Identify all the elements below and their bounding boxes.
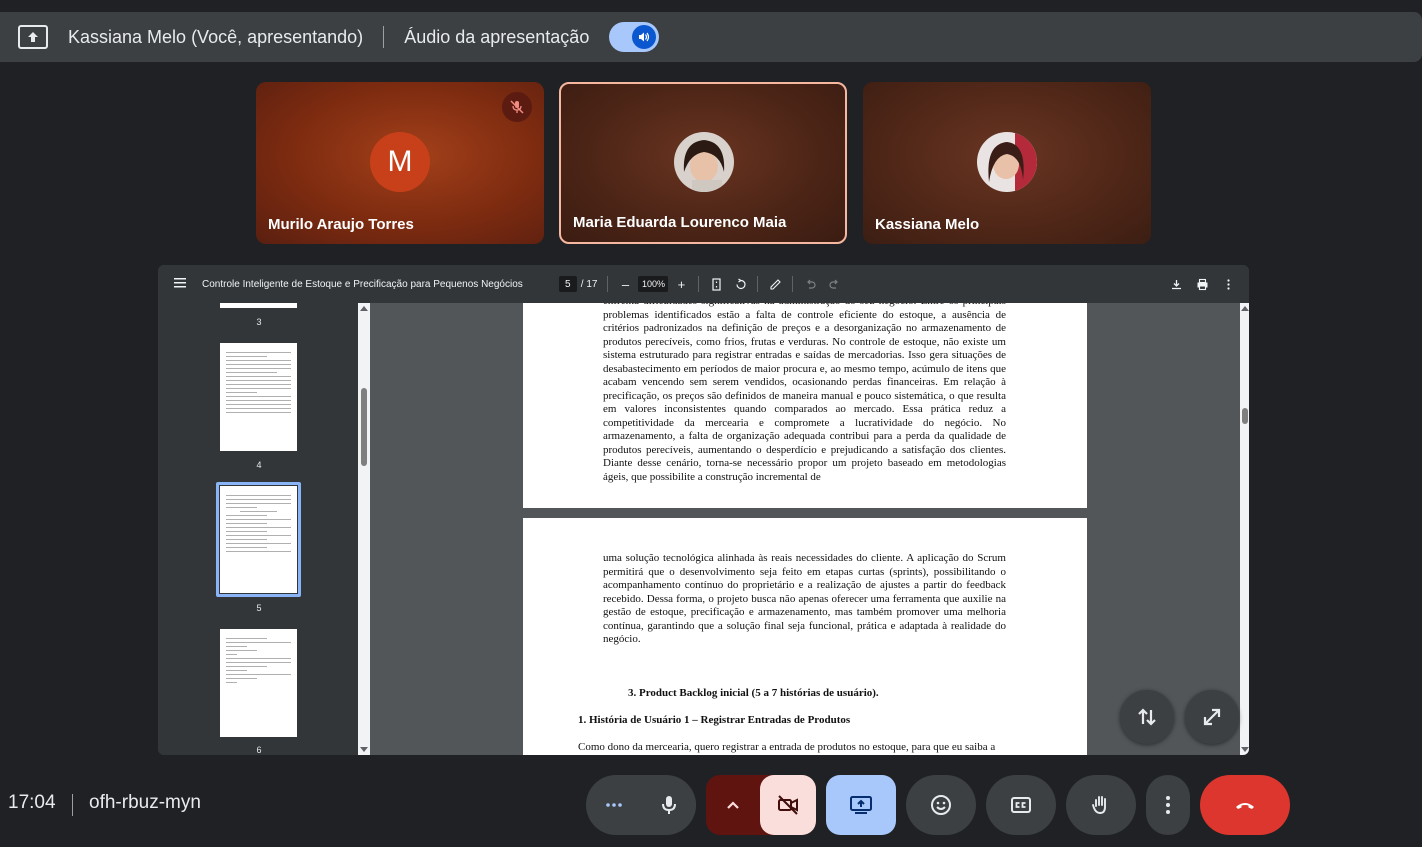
thumbnail-page-number: 3 [256, 317, 262, 327]
more-vert-icon[interactable] [1221, 277, 1235, 291]
sidebar-scrollbar[interactable] [358, 303, 370, 755]
rotate-icon[interactable] [733, 277, 747, 291]
page-total: / 17 [580, 278, 598, 290]
presentation-audio-toggle[interactable] [609, 22, 660, 52]
scroll-up-arrow-icon[interactable] [360, 306, 368, 311]
mic-off-icon [502, 92, 532, 122]
camera-control-group [706, 775, 816, 835]
fullscreen-button[interactable] [1185, 690, 1239, 744]
more-vert-icon [1166, 796, 1170, 814]
camera-options-button[interactable] [706, 793, 760, 817]
zoom-input[interactable]: 100% [638, 276, 669, 292]
more-options-button[interactable] [1146, 775, 1190, 835]
present-now-button[interactable] [826, 775, 896, 835]
scroll-down-arrow-icon[interactable] [1241, 747, 1249, 752]
divider [72, 794, 73, 816]
call-end-icon [1236, 803, 1254, 809]
divider [792, 276, 794, 292]
divider [698, 276, 700, 292]
zoom-in-button[interactable]: + [674, 277, 688, 292]
divider [607, 276, 609, 292]
menu-icon[interactable] [174, 277, 186, 291]
camera-off-button[interactable] [760, 775, 816, 835]
document-title: Controle Inteligente de Estoque e Precif… [202, 278, 523, 290]
participant-name: Murilo Araujo Torres [268, 216, 414, 233]
pdf-page: enfrenta dificuldades significativas na … [523, 303, 1087, 508]
scroll-down-arrow-icon[interactable] [360, 747, 368, 752]
participant-tile-active-speaker[interactable]: Maria Eduarda Lourenco Maia [559, 82, 847, 244]
mic-control-group [586, 775, 696, 835]
chevron-up-icon [727, 801, 739, 809]
expand-icon [1203, 708, 1221, 726]
paragraph: uma solução tecnológica alinhada às reai… [603, 552, 1006, 645]
participant-tile[interactable]: Kassiana Melo [863, 82, 1151, 244]
paragraph: enfrenta dificuldades significativas na … [603, 303, 1006, 483]
scrollbar-thumb[interactable] [1242, 408, 1248, 424]
emoji-icon [931, 795, 951, 815]
section-heading: 3. Product Backlog inicial (5 a 7 histór… [628, 687, 879, 699]
subsection-heading: 1. História de Usuário 1 – Registrar Ent… [578, 714, 851, 726]
microphone-button[interactable] [641, 777, 696, 833]
zoom-out-button[interactable]: – [618, 277, 632, 292]
scroll-up-arrow-icon[interactable] [1241, 306, 1249, 311]
audio-options-button[interactable] [586, 793, 641, 817]
leave-call-button[interactable] [1200, 775, 1290, 835]
pdf-page: uma solução tecnológica alinhada às reai… [523, 518, 1087, 755]
presentation-audio-label: Áudio da apresentação [404, 26, 590, 47]
pdf-toolbar: Controle Inteligente de Estoque e Precif… [158, 265, 1249, 303]
pdf-viewer: Controle Inteligente de Estoque e Precif… [158, 265, 1249, 755]
page-number-input[interactable]: 5 [558, 276, 577, 292]
annotate-icon[interactable] [768, 277, 782, 291]
hand-icon [1092, 796, 1106, 814]
download-icon[interactable] [1169, 277, 1183, 291]
microphone-icon [661, 796, 676, 814]
meeting-code: ofh-rbuz-myn [89, 792, 201, 813]
reactions-button[interactable] [906, 775, 976, 835]
present-screen-icon [18, 25, 48, 49]
document-scrollbar[interactable] [1240, 303, 1249, 755]
divider [757, 276, 759, 292]
captions-button[interactable] [986, 775, 1056, 835]
thumbnail-sidebar: 3 4 5 6 [158, 303, 360, 755]
thumbnail-page-number: 5 [256, 603, 262, 613]
thumbnail-page-number: 6 [256, 745, 262, 755]
swap-vert-icon [1138, 708, 1156, 726]
presentation-bar: Kassiana Melo (Você, apresentando) Áudio… [0, 12, 1422, 62]
present-to-all-icon [850, 796, 872, 814]
participant-name: Kassiana Melo [875, 216, 980, 233]
redo-icon[interactable] [827, 277, 841, 291]
raise-hand-button[interactable] [1066, 775, 1136, 835]
avatar [674, 132, 734, 192]
page-thumbnail[interactable] [220, 303, 297, 308]
paragraph: Como dono da mercearia, quero registrar … [578, 741, 996, 753]
divider [383, 26, 385, 48]
undo-icon[interactable] [803, 277, 817, 291]
document-area[interactable]: enfrenta dificuldades significativas na … [370, 303, 1240, 755]
closed-captions-icon [1011, 797, 1031, 813]
volume-icon [632, 25, 657, 49]
participant-tile[interactable]: M Murilo Araujo Torres [256, 82, 544, 244]
scrollbar-thumb[interactable] [361, 388, 367, 466]
videocam-off-icon [778, 795, 799, 815]
avatar: M [370, 132, 430, 192]
presenter-label: Kassiana Melo (Você, apresentando) [68, 26, 364, 47]
more-horiz-icon [605, 803, 622, 807]
fit-page-icon[interactable] [709, 277, 723, 291]
page-thumbnail-selected[interactable] [220, 486, 297, 593]
print-icon[interactable] [1195, 277, 1209, 291]
thumbnail-page-number: 4 [256, 460, 262, 470]
clock: 17:04 [8, 792, 56, 813]
swap-layout-button[interactable] [1120, 690, 1174, 744]
participant-name: Maria Eduarda Lourenco Maia [573, 214, 787, 231]
page-thumbnail[interactable] [220, 343, 297, 451]
avatar [977, 132, 1037, 192]
page-thumbnail[interactable] [220, 629, 297, 737]
